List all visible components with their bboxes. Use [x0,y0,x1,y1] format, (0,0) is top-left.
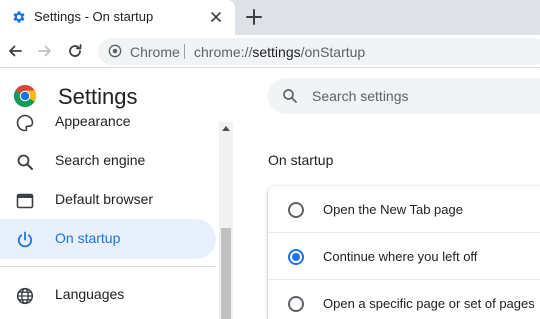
tab-strip: Settings - On startup [0,0,540,35]
sidebar-item-label: Appearance [55,113,131,129]
sidebar: Appearance Search engine Default browser… [0,112,233,319]
reload-icon[interactable] [67,43,83,59]
close-icon[interactable] [208,9,224,25]
option-label: Open the New Tab page [323,202,463,217]
scroll-thumb[interactable] [221,228,231,319]
search-input[interactable] [312,87,532,105]
scroll-up-arrow-icon[interactable] [222,126,230,131]
url-host: settings [252,44,301,60]
sidebar-divider [0,266,216,267]
section-title: On startup [268,152,334,168]
sidebar-item-label: On startup [55,230,121,246]
tab-settings[interactable]: Settings - On startup [0,0,235,35]
chrome-logo-icon [14,85,36,107]
url-path: /onStartup [300,44,366,60]
power-icon [17,231,33,248]
sidebar-scrollbar[interactable] [219,122,233,319]
omnibox-separator [184,44,185,59]
sidebar-item-search-engine[interactable]: Search engine [0,141,216,181]
sidebar-item-appearance[interactable]: Appearance [0,112,216,142]
globe-icon [16,287,34,305]
radio-button[interactable] [288,296,304,312]
option-new-tab-page[interactable]: Open the New Tab page [268,186,540,232]
chrome-icon [108,44,122,58]
sidebar-item-default-browser[interactable]: Default browser [0,180,216,220]
forward-arrow-icon[interactable] [37,43,53,59]
option-label: Continue where you left off [323,249,478,264]
radio-button[interactable] [288,202,304,218]
site-chip-label: Chrome [130,44,180,60]
palette-icon [16,114,34,132]
url-text: chrome://settings/onStartup [194,44,365,60]
browser-window-icon [16,193,34,209]
tab-title: Settings - On startup [34,9,154,24]
option-continue-where-left-off[interactable]: Continue where you left off [268,233,540,279]
url-prefix: chrome:// [194,44,253,60]
toolbar: Chrome chrome://settings/onStartup [0,35,540,68]
option-label: Open a specific page or set of pages [323,296,535,311]
sidebar-item-label: Languages [55,286,125,302]
radio-button-selected[interactable] [288,249,304,265]
sidebar-item-on-startup[interactable]: On startup [0,219,216,259]
sidebar-item-label: Search engine [55,152,146,168]
search-icon [283,89,297,103]
address-bar[interactable]: Chrome chrome://settings/onStartup [98,38,540,65]
search-box[interactable] [268,78,540,114]
plus-icon[interactable] [245,8,263,26]
search-icon [17,154,33,170]
option-specific-pages[interactable]: Open a specific page or set of pages [268,280,540,319]
page-title: Settings [58,84,138,109]
startup-options-card: Open the New Tab page Continue where you… [268,186,540,319]
sidebar-item-label: Default browser [55,191,154,207]
sidebar-item-languages[interactable]: Languages [0,275,216,315]
back-arrow-icon[interactable] [7,43,23,59]
gear-icon [13,11,25,23]
